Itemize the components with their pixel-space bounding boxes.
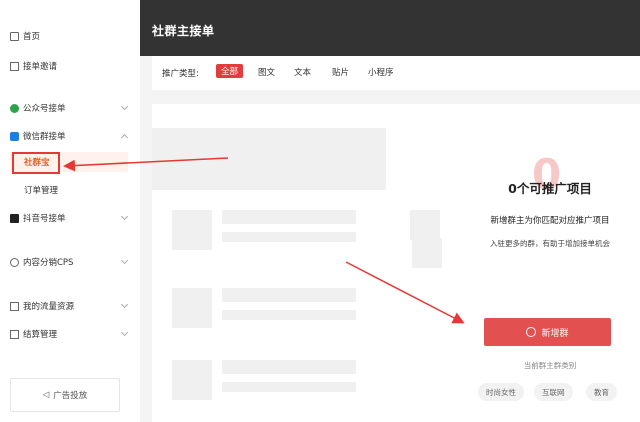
skeleton-thumb — [172, 288, 212, 328]
ad-placement-label: 广告投放 — [53, 391, 88, 401]
skeleton-line — [222, 360, 356, 374]
chevron-down-icon — [120, 300, 129, 309]
skeleton-line — [222, 232, 356, 242]
wechat-official-icon — [10, 103, 19, 113]
tab-patch[interactable]: 贴片 — [332, 66, 349, 78]
tab-all[interactable]: 全部 — [216, 64, 244, 78]
sidebar-item-label: 抖音号接单 — [23, 214, 66, 224]
sidebar-item-label: 首页 — [23, 32, 41, 42]
chevron-down-icon — [120, 328, 129, 337]
document-icon — [10, 61, 19, 71]
filter-bar: 推广类型: 全部 图文 文本 贴片 小程序 — [152, 56, 640, 90]
sidebar-item-douyin[interactable]: 抖音号接单 — [10, 210, 129, 226]
sidebar-item-label: 公众号接单 — [23, 104, 66, 114]
chevron-down-icon — [120, 256, 129, 265]
sidebar-item-home[interactable]: 首页 — [10, 28, 40, 44]
filter-label: 推广类型: — [162, 69, 199, 79]
sidebar-item-official-account[interactable]: 公众号接单 — [10, 100, 129, 116]
empty-description: 新增群主为你匹配对应推广项目 — [490, 216, 610, 226]
skeleton-banner — [152, 128, 386, 190]
page-title: 社群主接单 — [152, 24, 215, 38]
tab-mini-program[interactable]: 小程序 — [368, 66, 394, 78]
sidebar-item-cps[interactable]: 内容分销CPS — [10, 254, 129, 270]
category-tag[interactable]: 教育 — [586, 383, 617, 401]
add-group-button[interactable]: 新增群 — [484, 318, 611, 346]
sidebar: 首页 接单邀请 公众号接单 微信群接单 社群宝 订单管理 抖音号接单 内容分销C… — [0, 0, 140, 422]
skeleton-thumb — [410, 210, 440, 240]
annotation-highlight-box — [12, 152, 60, 174]
sidebar-item-label: 微信群接单 — [23, 132, 66, 142]
empty-subtitle: 入驻更多的群，有助于增加接单机会 — [490, 239, 610, 248]
skeleton-line — [222, 210, 356, 224]
skeleton-line — [222, 310, 356, 320]
resource-icon — [10, 301, 19, 311]
settlement-icon — [10, 329, 19, 339]
content-area — [152, 104, 640, 422]
skeleton-thumb — [412, 238, 442, 268]
megaphone-icon: ◁ — [42, 390, 50, 400]
sidebar-item-label: 结算管理 — [23, 330, 58, 340]
home-icon — [10, 31, 19, 41]
add-group-label: 新增群 — [541, 328, 569, 339]
tab-image-text[interactable]: 图文 — [258, 66, 275, 78]
sidebar-item-label: 内容分销CPS — [23, 258, 74, 268]
skeleton-thumb — [172, 210, 212, 250]
sidebar-item-wechat-group[interactable]: 微信群接单 — [10, 128, 129, 144]
ad-placement-button[interactable]: ◁ 广告投放 — [10, 378, 120, 412]
douyin-icon — [10, 213, 19, 223]
sidebar-item-resources[interactable]: 我的流量资源 — [10, 298, 129, 314]
top-header: 社群主接单 — [140, 0, 640, 56]
plus-icon — [526, 327, 537, 337]
sidebar-item-invitations[interactable]: 接单邀请 — [10, 58, 57, 74]
empty-title: 0个可推广项目 — [508, 181, 592, 196]
chevron-down-icon — [120, 212, 129, 221]
wechat-group-icon — [10, 131, 19, 141]
skeleton-line — [222, 288, 356, 302]
sidebar-subitem-orders[interactable]: 订单管理 — [24, 184, 58, 196]
sidebar-item-settlement[interactable]: 结算管理 — [10, 326, 129, 342]
share-icon — [10, 257, 19, 267]
category-tag[interactable]: 时尚女性 — [478, 383, 524, 401]
sidebar-item-label: 我的流量资源 — [23, 302, 75, 312]
chevron-down-icon — [120, 102, 129, 111]
category-tag[interactable]: 互联网 — [534, 383, 573, 401]
skeleton-thumb — [172, 360, 212, 400]
tab-text[interactable]: 文本 — [294, 66, 311, 78]
sidebar-item-label: 接单邀请 — [23, 62, 58, 72]
chevron-up-icon — [120, 133, 129, 142]
category-hint: 当前群主群类别 — [523, 361, 577, 370]
skeleton-line — [222, 382, 356, 392]
